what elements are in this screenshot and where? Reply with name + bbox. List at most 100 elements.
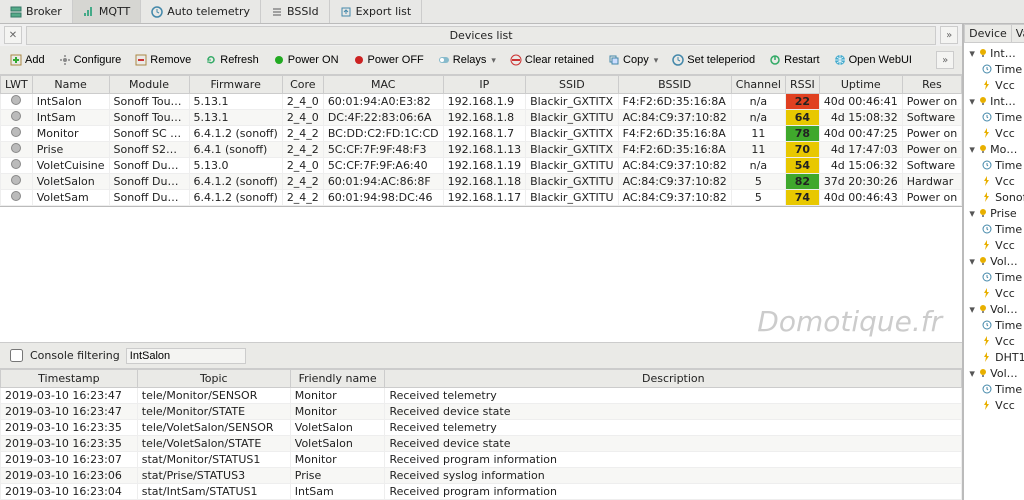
set-teleperiod-button[interactable]: Set teleperiod	[666, 52, 761, 68]
tree-node[interactable]: ▾ VoletSam	[964, 365, 1024, 381]
tree-leaf[interactable]: Vcc 3,442	[964, 77, 1024, 93]
tree-leaf[interactable]: Vcc 3,39	[964, 125, 1024, 141]
collapse-panel-button[interactable]: ✕	[4, 26, 22, 44]
table-row[interactable]: 2019-03-10 16:23:47tele/Monitor/STATEMon…	[1, 404, 962, 420]
tree-leaf[interactable]: Vcc 3,514	[964, 397, 1024, 413]
device-tree[interactable]: ▾ IntSalon Time 2019-03-10T16:23:04 Vcc …	[964, 43, 1024, 415]
dev-col-lwt[interactable]: LWT	[1, 76, 33, 94]
table-row[interactable]: 2019-03-10 16:23:35tele/VoletSalon/SENSO…	[1, 420, 962, 436]
lwt-indicator	[11, 143, 21, 153]
dev-col-channel[interactable]: Channel	[731, 76, 785, 94]
tree-node[interactable]: ▾ IntSalon	[964, 45, 1024, 61]
tree-node[interactable]: ▾ VoletSalon	[964, 301, 1024, 317]
power-off-icon	[353, 54, 365, 66]
power-off-button[interactable]: Power OFF	[347, 52, 430, 68]
tree-toggle-icon[interactable]: ▾	[966, 143, 978, 156]
tab-auto telemetry[interactable]: Auto telemetry	[141, 0, 261, 23]
tree-toggle-icon[interactable]: ▾	[966, 207, 978, 220]
table-row[interactable]: VoletSalonSonoff Dual R2 (39)6.4.1.2 (so…	[1, 174, 962, 190]
tree-toggle-icon[interactable]: ▾	[966, 255, 978, 268]
configure-button[interactable]: Configure	[53, 52, 128, 68]
devices-overflow-button[interactable]: »	[940, 26, 958, 44]
tab-bssid[interactable]: BSSId	[261, 0, 330, 23]
tree-node[interactable]: ▾ VoletCuisine	[964, 253, 1024, 269]
table-row[interactable]: VoletSamSonoff Dual R2 (39)6.4.1.2 (sono…	[1, 190, 962, 206]
dev-col-res[interactable]: Res	[902, 76, 961, 94]
table-row[interactable]: IntSamSonoff Touch (10)5.13.12_4_0 DC:4F…	[1, 110, 962, 126]
watermark: Domotique.fr	[757, 305, 942, 338]
tree-toggle-icon[interactable]: ▾	[966, 95, 978, 108]
log-col-friendly name[interactable]: Friendly name	[290, 370, 385, 388]
console-filter-input[interactable]	[126, 348, 246, 364]
table-row[interactable]: IntSalonSonoff Touch (10)5.13.12_4_0 60:…	[1, 94, 962, 110]
tree-leaf[interactable]: Time 2019-03-10T16:23:47	[964, 157, 1024, 173]
tab-broker[interactable]: Broker	[0, 0, 73, 23]
dev-col-ssid[interactable]: SSID	[526, 76, 618, 94]
tree-leaf[interactable]: Vcc 3,532	[964, 333, 1024, 349]
tree-leaf[interactable]: Time 2019-03-10T16:23:05	[964, 109, 1024, 125]
lwt-indicator	[11, 175, 21, 185]
dev-col-core[interactable]: Core	[282, 76, 323, 94]
power-on-button[interactable]: Power ON	[267, 52, 345, 68]
clock-icon	[151, 6, 163, 18]
tab-export list[interactable]: Export list	[330, 0, 423, 23]
tab-mqtt[interactable]: MQTT	[73, 0, 141, 23]
tree-leaf[interactable]: Vcc 3,495	[964, 173, 1024, 189]
dev-col-rssi[interactable]: RSSI	[785, 76, 819, 94]
log-table[interactable]: TimestampTopicFriendly nameDescription 2…	[0, 369, 962, 500]
tree-leaf[interactable]: Vcc 3,458	[964, 237, 1024, 253]
tree-node[interactable]: ▾ Monitor	[964, 141, 1024, 157]
tree-toggle-icon[interactable]: ▾	[966, 47, 978, 60]
relays-button[interactable]: Relays	[432, 52, 502, 68]
dev-col-module[interactable]: Module	[109, 76, 189, 94]
clear-retained-button[interactable]: Clear retained	[504, 52, 600, 68]
table-row[interactable]: VoletCuisineSonoff Dual (05)5.13.02_4_0 …	[1, 158, 962, 174]
tree-leaf[interactable]: Time 2019-03-10T16:23:35	[964, 317, 1024, 333]
tree-node[interactable]: ▾ IntSam	[964, 93, 1024, 109]
tree-node[interactable]: ▾ Prise	[964, 205, 1024, 221]
restart-button[interactable]: Restart	[763, 52, 825, 68]
bolt-icon	[982, 336, 992, 346]
table-row[interactable]: 2019-03-10 16:23:07stat/Monitor/STATUS1M…	[1, 452, 962, 468]
copy-button[interactable]: Copy	[602, 52, 664, 68]
dev-col-mac[interactable]: MAC	[323, 76, 443, 94]
dev-col-bssid[interactable]: BSSID	[618, 76, 731, 94]
tree-toggle-icon[interactable]: ▾	[966, 303, 978, 316]
dev-col-name[interactable]: Name	[32, 76, 109, 94]
power-on-icon	[273, 54, 285, 66]
main-tabbar: Broker MQTT Auto telemetry BSSId Export …	[0, 0, 1024, 24]
table-row[interactable]: 2019-03-10 16:23:35tele/VoletSalon/STATE…	[1, 436, 962, 452]
tree-leaf[interactable]: Vcc 3,514	[964, 285, 1024, 301]
tree-leaf[interactable]: Time 2019-03-10T16:23:03	[964, 221, 1024, 237]
refresh-button[interactable]: Refresh	[199, 52, 265, 68]
table-row[interactable]: 2019-03-10 16:23:04stat/IntSam/STATUS1In…	[1, 484, 962, 500]
server-icon	[10, 6, 22, 18]
table-row[interactable]: MonitorSonoff SC (21)6.4.1.2 (sonoff)2_4…	[1, 126, 962, 142]
table-row[interactable]: PriseSonoff S2X (08)6.4.1 (sonoff)2_4_2 …	[1, 142, 962, 158]
clock-icon	[982, 160, 992, 170]
copy-icon	[608, 54, 620, 66]
devices-table[interactable]: LWTNameModuleFirmwareCoreMACIPSSIDBSSIDC…	[0, 75, 962, 206]
console-filter-checkbox[interactable]: Console filtering	[6, 346, 120, 365]
tree-leaf[interactable]: Time 2019-03-10T16:23:04	[964, 61, 1024, 77]
refresh-icon	[205, 54, 217, 66]
tree-toggle-icon[interactable]: ▾	[966, 367, 978, 380]
tree-leaf[interactable]: DHT11	[964, 349, 1024, 365]
tree-leaf[interactable]: Time 2019-03-10T16:23:05	[964, 381, 1024, 397]
table-row[interactable]: 2019-03-10 16:23:47tele/Monitor/SENSORMo…	[1, 388, 962, 404]
log-col-timestamp[interactable]: Timestamp	[1, 370, 138, 388]
remove-button[interactable]: Remove	[129, 52, 197, 68]
log-col-topic[interactable]: Topic	[137, 370, 290, 388]
dev-col-firmware[interactable]: Firmware	[189, 76, 282, 94]
log-col-description[interactable]: Description	[385, 370, 962, 388]
tree-col-value[interactable]: Value	[1011, 25, 1024, 43]
dev-col-ip[interactable]: IP	[443, 76, 525, 94]
tree-leaf[interactable]: SonoffSC	[964, 189, 1024, 205]
open-webui-button[interactable]: Open WebUI	[828, 52, 918, 68]
toolbar-overflow-button[interactable]: »	[936, 51, 954, 69]
tree-col-device[interactable]: Device	[965, 25, 1012, 43]
add-button[interactable]: Add	[4, 52, 51, 68]
table-row[interactable]: 2019-03-10 16:23:06stat/Prise/STATUS3Pri…	[1, 468, 962, 484]
tree-leaf[interactable]: Time 2019-03-10T16:23:05	[964, 269, 1024, 285]
dev-col-uptime[interactable]: Uptime	[819, 76, 902, 94]
